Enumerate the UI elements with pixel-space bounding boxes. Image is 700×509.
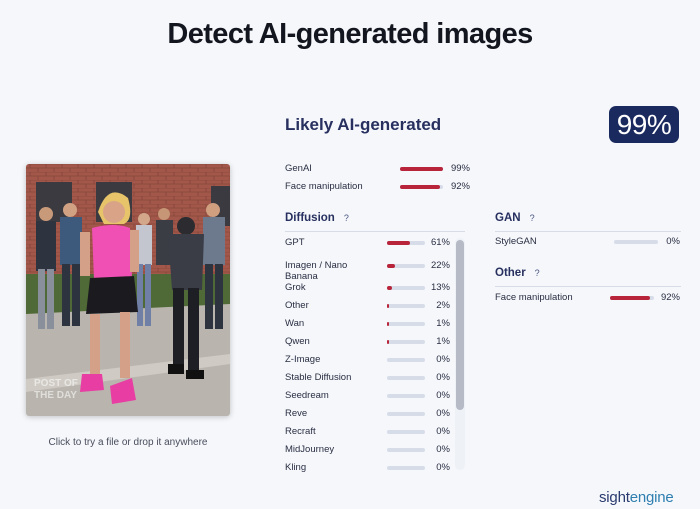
score-percent: 1% — [436, 318, 450, 329]
score-row: Seedream 0% — [285, 389, 450, 403]
diffusion-divider — [285, 231, 465, 232]
score-bar — [387, 340, 425, 344]
score-label: Grok — [285, 282, 306, 293]
diffusion-scrollbar-thumb[interactable] — [456, 240, 464, 410]
score-row: Wan 1% — [285, 317, 450, 331]
score-bar-fill — [387, 340, 389, 344]
score-bar-fill — [387, 241, 411, 245]
score-percent: 0% — [436, 354, 450, 365]
overall-score-badge: 99% — [609, 106, 679, 143]
gan-title: GAN? — [495, 212, 535, 224]
score-bar — [387, 322, 425, 326]
svg-text:THE DAY: THE DAY — [34, 390, 77, 401]
score-row: Grok 13% — [285, 281, 450, 295]
score-label: Wan — [285, 318, 305, 329]
score-label: Kling — [285, 462, 307, 473]
score-percent: 22% — [430, 260, 450, 271]
uploaded-image-dropzone[interactable]: POST OF THE DAY — [26, 164, 230, 416]
score-label: Reve — [285, 408, 308, 419]
help-icon[interactable]: ? — [535, 268, 540, 278]
score-bar — [387, 376, 425, 380]
score-bar — [387, 430, 425, 434]
score-bar — [387, 466, 425, 470]
score-percent: 1% — [436, 336, 450, 347]
score-bar — [614, 240, 658, 244]
score-percent: 2% — [436, 300, 450, 311]
score-row: Kling 0% — [285, 461, 450, 475]
score-label: Imagen / Nano Banana — [285, 260, 348, 282]
score-row: Qwen 1% — [285, 335, 450, 349]
score-label: Seedream — [285, 390, 329, 401]
score-row: Recraft 0% — [285, 425, 450, 439]
page-title: Detect AI-generated images — [167, 18, 533, 50]
score-bar-fill — [387, 322, 389, 326]
score-row: Stable Diffusion 0% — [285, 371, 450, 385]
score-row: MidJourney 0% — [285, 443, 450, 457]
score-row: Face manipulation 92% — [285, 180, 470, 194]
score-bar — [387, 286, 425, 290]
score-bar-fill — [400, 185, 440, 189]
score-label: Qwen — [285, 336, 310, 347]
other-title: Other? — [495, 267, 540, 279]
score-label: GenAI — [285, 163, 312, 174]
score-bar-fill — [400, 167, 443, 171]
score-row: Face manipulation 92% — [495, 291, 680, 305]
score-bar — [387, 448, 425, 452]
help-icon[interactable]: ? — [530, 213, 535, 223]
score-row: Other 2% — [285, 299, 450, 313]
score-bar — [387, 264, 425, 268]
score-bar-fill — [387, 286, 392, 290]
gan-divider — [495, 231, 681, 232]
diffusion-title: Diffusion? — [285, 212, 349, 224]
score-label: Other — [285, 300, 309, 311]
score-label: Face manipulation — [495, 292, 573, 303]
score-percent: 0% — [436, 372, 450, 383]
score-bar — [610, 296, 654, 300]
watermark-text: POST OF — [34, 378, 78, 389]
score-percent: 61% — [430, 237, 450, 248]
score-row: StyleGAN 0% — [495, 235, 680, 249]
score-label: Face manipulation — [285, 181, 363, 192]
score-percent: 0% — [436, 444, 450, 455]
score-row: GPT 61% — [285, 236, 450, 250]
score-bar — [387, 358, 425, 362]
help-icon[interactable]: ? — [344, 213, 349, 223]
score-percent: 99% — [450, 163, 470, 174]
score-label: GPT — [285, 237, 305, 248]
score-percent: 92% — [660, 292, 680, 303]
verdict-label: Likely AI-generated — [285, 115, 442, 134]
score-percent: 0% — [436, 462, 450, 473]
upload-hint: Click to try a file or drop it anywhere — [48, 437, 208, 448]
score-percent: 92% — [450, 181, 470, 192]
score-row: Reve 0% — [285, 407, 450, 421]
score-bar — [400, 185, 443, 189]
score-bar — [387, 304, 425, 308]
score-percent: 0% — [436, 408, 450, 419]
score-percent: 0% — [666, 236, 680, 247]
score-bar — [387, 241, 425, 245]
uploaded-photo: POST OF THE DAY — [26, 164, 230, 416]
score-label: Recraft — [285, 426, 316, 437]
score-row: GenAI 99% — [285, 162, 470, 176]
score-bar — [400, 167, 443, 171]
score-label: MidJourney — [285, 444, 335, 455]
score-label: StyleGAN — [495, 236, 537, 247]
score-percent: 13% — [430, 282, 450, 293]
score-percent: 0% — [436, 426, 450, 437]
score-bar-fill — [610, 296, 651, 300]
other-divider — [495, 286, 681, 287]
score-bar — [387, 412, 425, 416]
sightengine-logo[interactable]: sightengine — [599, 489, 674, 506]
score-bar-fill — [387, 264, 396, 268]
score-row: Imagen / Nano Banana 22% — [285, 259, 450, 282]
score-bar-fill — [387, 304, 389, 308]
score-label: Stable Diffusion — [285, 372, 352, 383]
score-bar — [387, 394, 425, 398]
score-row: Z-Image 0% — [285, 353, 450, 367]
score-label: Z-Image — [285, 354, 321, 365]
score-percent: 0% — [436, 390, 450, 401]
